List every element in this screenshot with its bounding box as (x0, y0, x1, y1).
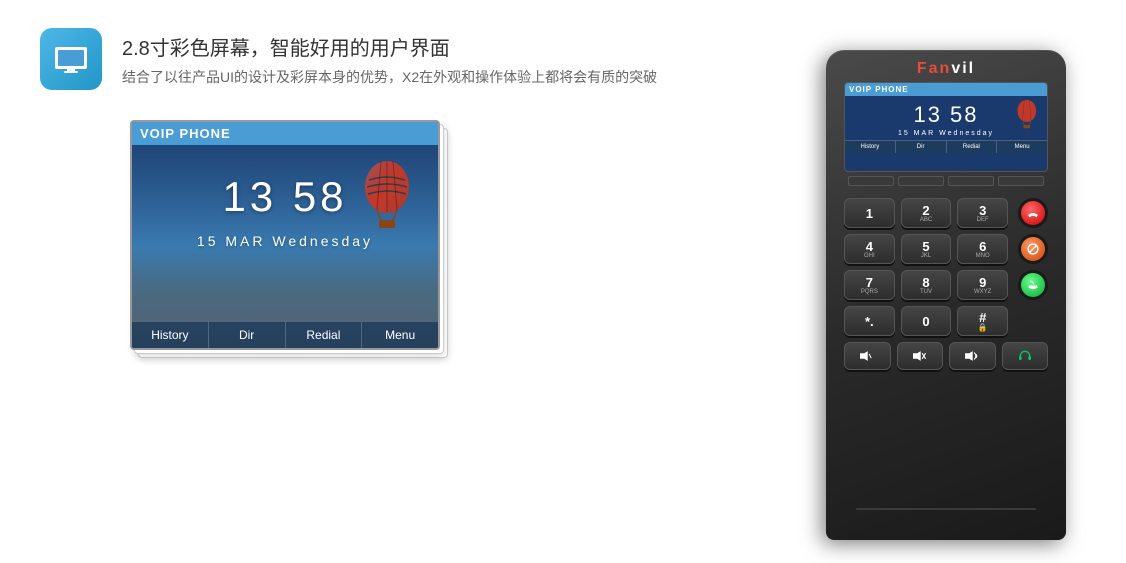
vol-down-icon (860, 351, 874, 361)
brand-label: Fanvil (826, 50, 1066, 78)
mini-screen-voip: VOIP PHONE (845, 83, 1047, 96)
key-8[interactable]: 8 TUV (901, 270, 952, 300)
mini-redial-btn[interactable]: Redial (947, 141, 998, 153)
vol-up-key[interactable] (949, 342, 996, 370)
redial-btn[interactable]: Redial (286, 322, 363, 348)
key-2[interactable]: 2 ABC (901, 198, 952, 228)
key-4[interactable]: 4 GHI (844, 234, 895, 264)
keypad-row-3: 7 PQRS 8 TUV 9 WXYZ (844, 270, 1048, 300)
mute-icon (913, 351, 927, 361)
func-row (826, 342, 1066, 370)
vol-down-key[interactable] (844, 342, 891, 370)
key-9[interactable]: 9 WXYZ (957, 270, 1008, 300)
key-7[interactable]: 7 PQRS (844, 270, 895, 300)
feature-text: 2.8寸彩色屏幕，智能好用的用户界面 结合了以往产品UI的设计及彩屏本身的优势，… (122, 28, 657, 87)
mute-key[interactable] (897, 342, 944, 370)
soft-keys-row (826, 172, 1066, 190)
dir-btn[interactable]: Dir (209, 322, 286, 348)
key-0[interactable]: 0 (901, 306, 952, 336)
keypad-row-2: 4 GHI 5 JKL 6 MNO (844, 234, 1048, 264)
mini-balloon (1013, 96, 1041, 130)
soft-key-1[interactable] (848, 176, 894, 186)
key-star[interactable]: *. (844, 306, 895, 336)
mini-menu-btn[interactable]: Menu (997, 141, 1047, 153)
dnd-button[interactable] (1018, 234, 1048, 264)
keypad-row-1: 1 2 ABC 3 DEF (844, 198, 1048, 228)
headset-icon (1018, 350, 1032, 362)
soft-key-4[interactable] (998, 176, 1044, 186)
screen-main: VOIP PHONE (130, 120, 440, 350)
balloon-decoration (355, 152, 420, 232)
screen-mockup: VOIP PHONE (130, 120, 440, 350)
mini-screen: VOIP PHONE 13 58 15 MAR Wednesday (844, 82, 1048, 172)
brand-name: Fan (917, 60, 951, 77)
keypad: 1 2 ABC 3 DEF (826, 190, 1066, 336)
history-btn[interactable]: History (132, 322, 209, 348)
soft-key-2[interactable] (898, 176, 944, 186)
display-icon (53, 41, 89, 77)
phone-call-icon (1026, 278, 1040, 292)
key-hash[interactable]: # 🔒 (957, 306, 1008, 336)
mini-screen-footer: History Dir Redial Menu (845, 140, 1047, 153)
phone-body: Fanvil VOIP PHONE 13 58 (826, 50, 1066, 540)
screen-voip-label: VOIP PHONE (132, 122, 438, 145)
brand-name-2: vil (951, 60, 975, 77)
mini-dir-btn[interactable]: Dir (896, 141, 947, 153)
feature-subtitle: 结合了以往产品UI的设计及彩屏本身的优势，X2在外观和操作体验上都将会有质的突破 (122, 67, 657, 87)
vol-up-icon (965, 351, 979, 361)
menu-btn[interactable]: Menu (362, 322, 438, 348)
screen-footer: History Dir Redial Menu (132, 321, 438, 348)
key-5[interactable]: 5 JKL (901, 234, 952, 264)
mini-history-btn[interactable]: History (845, 141, 896, 153)
phone-end-icon (1026, 206, 1040, 220)
phone-bottom-line (856, 508, 1036, 510)
call-button[interactable] (1018, 270, 1048, 300)
keypad-row-4: *. 0 # 🔒 (844, 306, 1048, 336)
feature-icon-box (40, 28, 102, 90)
soft-key-3[interactable] (948, 176, 994, 186)
phone-screen-bg: VOIP PHONE (132, 122, 438, 348)
key-6[interactable]: 6 MNO (957, 234, 1008, 264)
screen-date: 15 MAR Wednesday (132, 233, 438, 249)
dnd-icon (1026, 242, 1040, 256)
feature-title: 2.8寸彩色屏幕，智能好用的用户界面 (122, 32, 657, 61)
key-3[interactable]: 3 DEF (957, 198, 1008, 228)
mini-screen-date: 15 MAR Wednesday (845, 130, 1047, 137)
key-1[interactable]: 1 (844, 198, 895, 228)
headset-key[interactable] (1002, 342, 1049, 370)
end-call-button[interactable] (1018, 198, 1048, 228)
phone-device: Fanvil VOIP PHONE 13 58 (826, 50, 1066, 540)
